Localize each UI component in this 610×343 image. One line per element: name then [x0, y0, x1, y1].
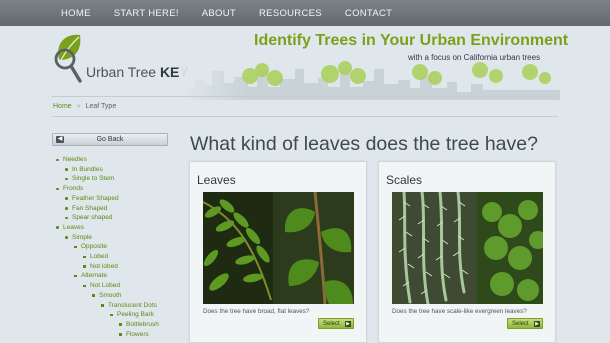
broad-leaves-photo[interactable] [203, 192, 354, 304]
nav-contact[interactable]: CONTACT [345, 8, 392, 19]
logo-text[interactable]: Urban Tree KEY [86, 64, 189, 80]
site-header: Urban Tree KEY Identify Trees in Your Ur… [0, 26, 610, 100]
nav-start-here[interactable]: START HERE! [114, 8, 179, 19]
tree-item[interactable]: Alternate [53, 271, 183, 281]
tree-item[interactable]: Spear shaped [53, 213, 183, 223]
leaf-type-tree: Needles In Bundles Single to Stem Fronds Fea… [53, 155, 183, 339]
option-card-scales: Scales Does the tree have scale-like eve… [378, 161, 556, 343]
tree-item[interactable]: Not Lobed [53, 281, 183, 291]
breadcrumb-separator: » [76, 103, 81, 110]
page-headline: Identify Trees in Your Urban Environment [254, 32, 569, 49]
scale-leaves-photo[interactable] [392, 192, 543, 304]
tree-item[interactable]: Feather Shaped [53, 194, 183, 204]
arrow-right-icon: ▶ [345, 321, 351, 327]
tree-item[interactable]: Translucent Dots [53, 301, 183, 311]
arrow-right-icon: ▶ [534, 321, 540, 327]
page-subline: with a focus on California urban trees [408, 53, 541, 62]
tree-item[interactable]: Smooth [53, 291, 183, 301]
city-skyline-graphic [180, 58, 560, 100]
tree-item[interactable]: Opposite [53, 242, 183, 252]
tree-item[interactable]: Flowers [53, 330, 183, 340]
select-label: Select [323, 320, 340, 327]
option-card-leaves: Leaves Does the tree have broad, flat le… [189, 161, 367, 343]
select-label: Select [512, 320, 529, 327]
card-title: Scales [386, 173, 423, 187]
logo-text-urban-tree: Urban Tree [86, 64, 160, 80]
card-question: Does the tree have scale-like evergreen … [392, 308, 527, 315]
leaf-logo-icon[interactable] [50, 29, 90, 89]
tree-item[interactable]: Not lobed [53, 262, 183, 272]
nav-about[interactable]: ABOUT [202, 8, 236, 19]
tree-item[interactable]: Bottlebrush [53, 320, 183, 330]
header-divider [52, 96, 558, 97]
tree-item[interactable]: Simple [53, 233, 183, 243]
breadcrumb-home[interactable]: Home [53, 103, 72, 110]
breadcrumb: Home » Leaf Type [53, 103, 116, 110]
card-question: Does the tree have broad, flat leaves? [203, 308, 310, 315]
select-leaves-button[interactable]: Select ▶ [318, 318, 354, 329]
go-back-label: Go Back [96, 136, 124, 143]
tree-item[interactable]: Fronds [53, 184, 183, 194]
select-scales-button[interactable]: Select ▶ [507, 318, 543, 329]
go-back-button[interactable]: ◀ Go Back [52, 133, 168, 146]
tree-item[interactable]: In Bundles [53, 165, 183, 175]
tree-item[interactable]: Fan Shaped [53, 204, 183, 214]
tree-item[interactable]: Single to Stem [53, 174, 183, 184]
tree-item[interactable]: Peeling Bark [53, 310, 183, 320]
tree-item[interactable]: Lobed [53, 252, 183, 262]
card-title: Leaves [197, 173, 236, 187]
breadcrumb-current: Leaf Type [85, 103, 117, 110]
tree-item[interactable]: Leaves [53, 223, 183, 233]
breadcrumb-divider [52, 116, 558, 117]
top-nav: HOME START HERE! ABOUT RESOURCES CONTACT [0, 0, 610, 26]
nav-home[interactable]: HOME [61, 8, 91, 19]
tree-item[interactable]: Needles [53, 155, 183, 165]
nav-resources[interactable]: RESOURCES [259, 8, 322, 19]
page-question: What kind of leaves does the tree have? [190, 133, 538, 155]
